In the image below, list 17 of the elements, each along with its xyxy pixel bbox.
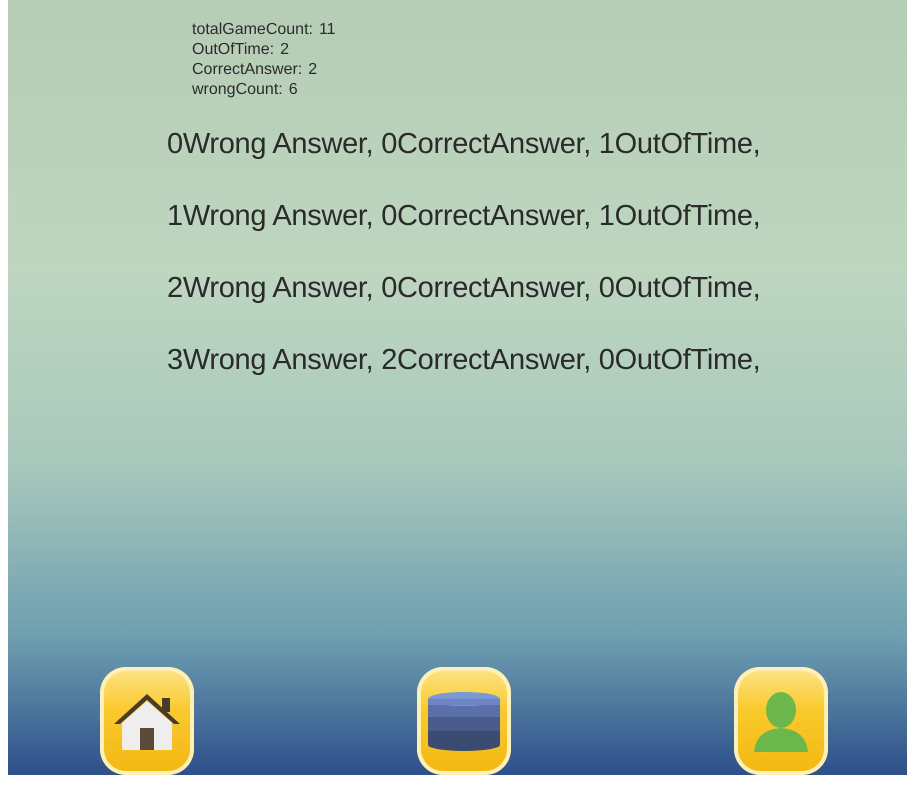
result-entry: 2Wrong Answer, 0CorrectAnswer, 0OutOfTime, (167, 271, 762, 306)
result-entry: 1Wrong Answer, 0CorrectAnswer, 1OutOfTime, (167, 199, 762, 234)
home-button[interactable] (100, 667, 194, 775)
profile-button[interactable] (734, 667, 828, 775)
stat-label: CorrectAnswer: (192, 60, 302, 80)
result-entry: 0Wrong Answer, 0CorrectAnswer, 1OutOfTime, (167, 127, 762, 162)
database-icon (426, 689, 502, 753)
result-entry: 3Wrong Answer, 2CorrectAnswer, 0OutOfTime, (167, 343, 762, 378)
stat-label: wrongCount: (192, 80, 283, 100)
stat-value: 11 (318, 20, 336, 40)
person-icon (752, 690, 810, 752)
stat-label: totalGameCount: (192, 20, 313, 40)
database-button[interactable] (417, 667, 511, 775)
stat-value: 6 (288, 80, 298, 100)
stat-value: 2 (280, 40, 289, 60)
stat-value: 2 (308, 60, 318, 80)
stat-label: OutOfTime: (192, 40, 274, 60)
